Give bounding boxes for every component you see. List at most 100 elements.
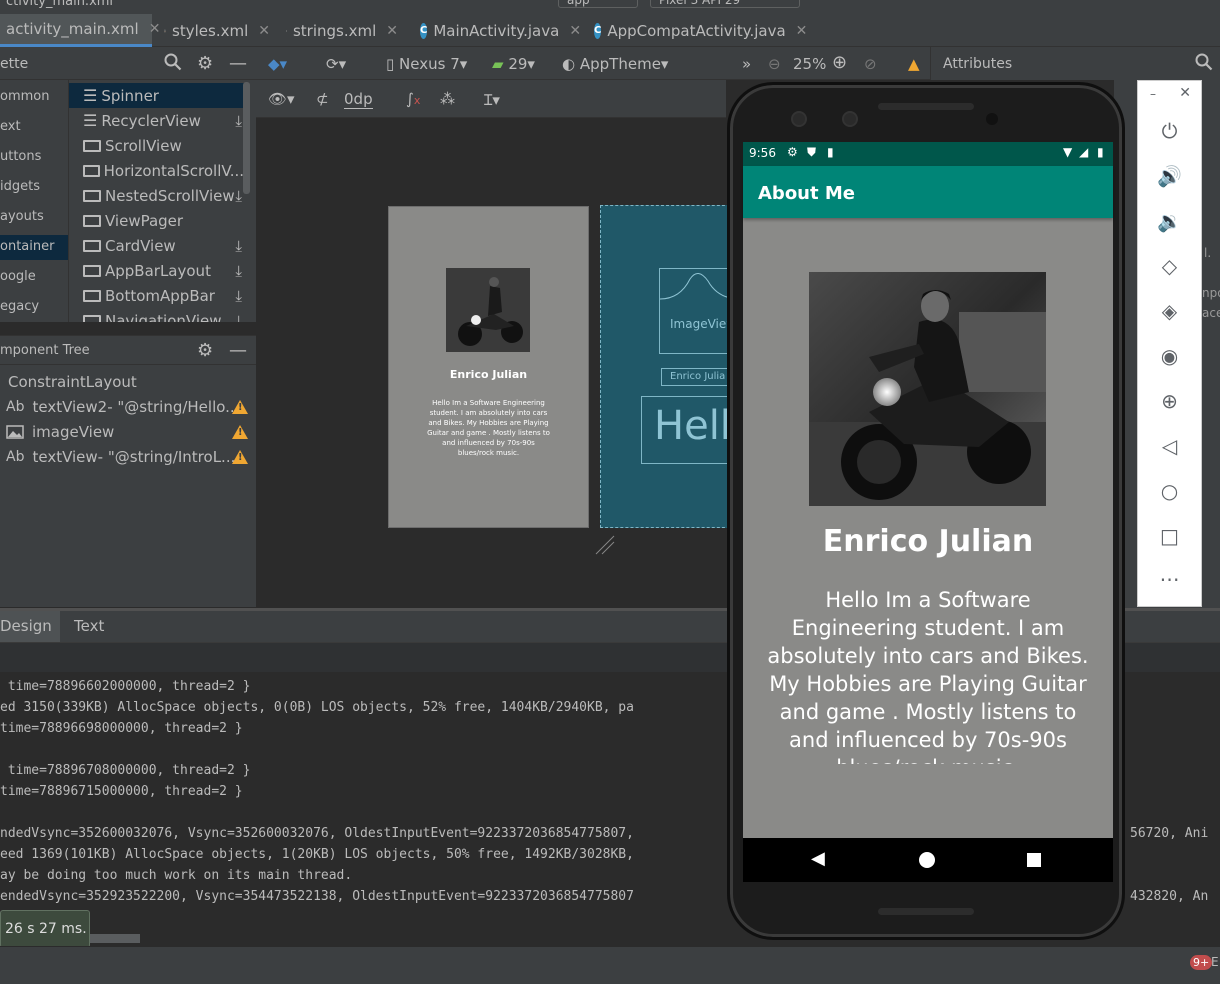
tab-activity-main[interactable]: activity_main.xml ✕: [0, 14, 160, 47]
preview-image[interactable]: [446, 268, 530, 352]
tab-styles[interactable]: <> styles.xml ✕: [158, 14, 276, 47]
theme-selector[interactable]: ◐ AppTheme▾: [562, 55, 668, 73]
search-icon[interactable]: [1195, 53, 1213, 75]
palette-category[interactable]: ommon: [0, 85, 68, 110]
minimize-icon[interactable]: —: [229, 53, 247, 74]
search-icon[interactable]: [164, 53, 182, 76]
preview-bio-text[interactable]: Hello Im a Software Engineering student.…: [425, 398, 552, 458]
guidelines-icon[interactable]: Ɪ▾: [484, 90, 500, 110]
palette-scrollbar[interactable]: [243, 82, 250, 194]
event-log-label[interactable]: E: [1211, 955, 1219, 969]
download-icon[interactable]: ⤓: [235, 187, 242, 205]
download-icon[interactable]: ⤓: [235, 262, 242, 280]
tab-main-activity[interactable]: C MainActivity.java ✕: [414, 14, 584, 47]
resize-handle-icon[interactable]: [594, 534, 616, 556]
design-preview-screen[interactable]: [388, 206, 589, 528]
palette-item-scrollview[interactable]: ScrollView: [69, 133, 244, 158]
shield-icon: ⛊: [807, 145, 817, 159]
gear-icon[interactable]: ⚙: [197, 53, 213, 74]
back-icon[interactable]: ◁: [1138, 434, 1201, 458]
zoom-in-icon[interactable]: ⊕: [832, 52, 847, 73]
camera-icon[interactable]: ◉: [1138, 344, 1201, 368]
eye-icon[interactable]: 👁▾: [268, 90, 295, 108]
volume-up-icon[interactable]: 🔊: [1138, 164, 1201, 188]
home-icon[interactable]: [919, 852, 935, 868]
profile-image[interactable]: [809, 272, 1046, 506]
back-icon[interactable]: ◀: [811, 848, 825, 869]
tree-item[interactable]: Ab textView- "@string/IntroL...: [0, 444, 256, 469]
download-icon[interactable]: ⤓: [235, 237, 242, 255]
clear-constraints-icon[interactable]: ∫x: [406, 90, 420, 108]
tab-appcompat-activity[interactable]: C AppCompatActivity.java ✕: [588, 14, 807, 47]
build-time-toast[interactable]: 26 s 27 ms.: [0, 910, 90, 948]
magnet-off-icon[interactable]: ⊄: [316, 90, 329, 108]
palette-item-spinner[interactable]: ☰ Spinner: [69, 83, 244, 108]
overflow-icon[interactable]: »: [742, 55, 751, 73]
warning-icon[interactable]: [232, 424, 248, 439]
palette-category[interactable]: ext: [0, 115, 68, 140]
download-icon[interactable]: ⤓: [235, 312, 242, 323]
close-icon[interactable]: ✕: [796, 23, 808, 39]
error-count-badge[interactable]: 9+: [1190, 955, 1213, 970]
preview-name-text[interactable]: Enrico Julian: [388, 368, 589, 381]
recents-icon[interactable]: [1027, 853, 1041, 867]
zoom-icon[interactable]: ⊕: [1138, 389, 1201, 413]
minimize-icon[interactable]: —: [229, 340, 247, 361]
download-icon[interactable]: ⤓: [235, 287, 242, 305]
blueprint-hello[interactable]: Hell: [641, 396, 729, 464]
close-icon[interactable]: ✕: [386, 23, 398, 39]
blueprint-view[interactable]: ImageView Enrico Julia Hell: [600, 205, 730, 528]
palette-category[interactable]: uttons: [0, 145, 68, 170]
palette-category-selected[interactable]: ontainer: [0, 235, 68, 260]
home-icon[interactable]: ○: [1138, 479, 1201, 503]
close-emulator-icon[interactable]: ✕: [1138, 85, 1201, 101]
default-margin[interactable]: 0dp: [344, 90, 373, 109]
rotate-right-icon[interactable]: ◈: [1138, 299, 1201, 323]
overview-icon[interactable]: □: [1138, 524, 1201, 548]
palette-item-cardview[interactable]: CardView ⤓: [69, 233, 244, 258]
palette-item-nestedscrollview[interactable]: NestedScrollView ⤓: [69, 183, 244, 208]
blueprint-imageview[interactable]: ImageView: [659, 268, 729, 354]
volume-down-icon[interactable]: 🔉: [1138, 209, 1201, 233]
palette-category[interactable]: oogle: [0, 265, 68, 290]
device-selector[interactable]: ▯ Nexus 7▾: [386, 55, 467, 73]
more-icon[interactable]: ⋯: [1138, 567, 1201, 591]
blueprint-name[interactable]: Enrico Julia: [661, 368, 729, 386]
tab-strings[interactable]: <> strings.xml ✕: [280, 14, 404, 47]
log-horizontal-scrollbar[interactable]: [90, 934, 140, 943]
power-icon[interactable]: ⏻: [1138, 119, 1201, 143]
orientation-icon[interactable]: ⟳▾: [326, 55, 346, 73]
warning-icon[interactable]: [232, 449, 248, 464]
device-select[interactable]: Pixel 3 API 29: [650, 0, 800, 8]
warning-icon[interactable]: ▲: [908, 55, 920, 73]
tree-item[interactable]: Ab textView2- "@string/Hello...: [0, 394, 256, 419]
palette-item-appbarlayout[interactable]: AppBarLayout ⤓: [69, 258, 244, 283]
run-config-select[interactable]: app: [558, 0, 638, 8]
close-icon[interactable]: ✕: [569, 23, 581, 39]
palette-item-viewpager[interactable]: ViewPager: [69, 208, 244, 233]
palette-category[interactable]: idgets: [0, 175, 68, 200]
gear-icon[interactable]: ⚙: [197, 340, 213, 361]
layers-icon[interactable]: ◆▾: [268, 55, 287, 73]
magic-wand-icon[interactable]: ⁂: [440, 90, 455, 108]
palette-item-recyclerview[interactable]: ☰ RecyclerView ⤓: [69, 108, 244, 133]
tree-item-root[interactable]: ConstraintLayout: [0, 369, 256, 394]
palette-item-bottomappbar[interactable]: BottomAppBar ⤓: [69, 283, 244, 308]
api-selector[interactable]: ▰ 29▾: [492, 55, 535, 73]
tab-design[interactable]: Design: [0, 611, 60, 642]
warning-icon[interactable]: [232, 399, 248, 414]
close-icon[interactable]: ✕: [258, 23, 270, 39]
palette-category[interactable]: egacy: [0, 295, 68, 320]
tab-text[interactable]: Text: [74, 611, 124, 642]
palette-item-navigationview[interactable]: NavigationView ⤓: [69, 308, 244, 322]
emulator-screen[interactable]: [743, 142, 1113, 882]
profile-name[interactable]: Enrico Julian: [743, 524, 1113, 559]
palette-category[interactable]: ayouts: [0, 205, 68, 230]
profile-bio[interactable]: Hello Im a Software Engineering student.…: [762, 586, 1094, 764]
zoom-out-icon[interactable]: ⊖: [768, 55, 781, 73]
tree-item[interactable]: imageView: [0, 419, 256, 444]
palette-item-horizontalscrollview[interactable]: HorizontalScrollV...: [69, 158, 244, 183]
zoom-fit-icon[interactable]: ⊘: [864, 55, 877, 73]
download-icon[interactable]: ⤓: [235, 112, 242, 130]
rotate-left-icon[interactable]: ◇: [1138, 254, 1201, 278]
